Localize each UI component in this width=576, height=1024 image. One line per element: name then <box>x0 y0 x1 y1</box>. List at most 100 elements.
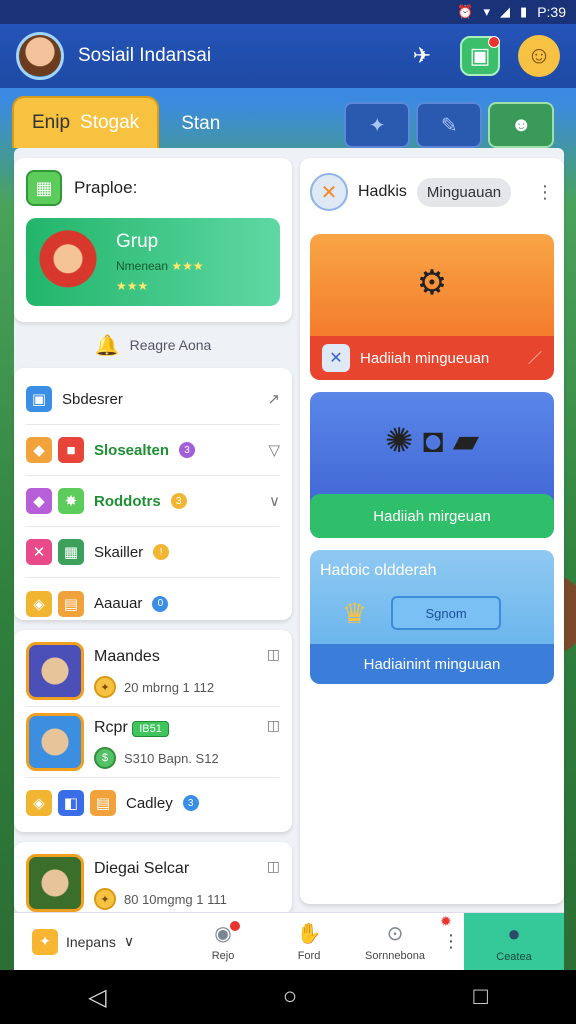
handshake-icon[interactable]: ✦ <box>344 102 411 148</box>
game-name: Rcpr <box>94 719 128 736</box>
system-nav-bar: ◁ ○ □ <box>0 970 576 1024</box>
nav-item-active[interactable]: ● Ceatea <box>464 913 564 970</box>
expand-icon[interactable]: ◫ <box>267 717 280 734</box>
character-icon[interactable]: ☻ <box>488 102 555 148</box>
badge: 0 <box>152 595 169 612</box>
map-pin-icon: ⊙ <box>386 923 404 945</box>
nav-dropdown-label: Inepans <box>66 933 116 950</box>
nav-dropdown[interactable]: ✦ Inepans ∨ <box>14 913 180 970</box>
pencil-icon: ／ <box>528 350 542 366</box>
gift-icon: ◆ <box>26 437 52 463</box>
nav-label: Ford <box>297 950 321 962</box>
tab-active[interactable]: Enip Stogak <box>12 96 160 148</box>
emoji-icon[interactable]: ☺ <box>518 35 560 77</box>
list-item[interactable]: ✕ ▦ Skailler ! <box>26 527 280 578</box>
hand-icon: ✋ <box>296 923 322 945</box>
airplane-icon[interactable]: ✈ <box>402 36 442 76</box>
game-name-row: Rcpr IB51 <box>94 719 219 737</box>
expand-icon[interactable]: ◫ <box>267 858 280 875</box>
right-column: ✕ Hadkis Minguauan ⋮ ⚙ ✕ Hadiiah mingueu… <box>300 158 564 904</box>
reward-card-3[interactable]: Hadoic oldderah ♛ Sgnom Hadiainint mingu… <box>310 550 554 684</box>
star-rating: ★★★ <box>116 279 204 293</box>
game-thumbnail <box>26 854 84 912</box>
reward-action-button[interactable]: Sgnom <box>391 596 502 630</box>
note-icon[interactable]: ✎ <box>416 102 483 148</box>
profile-card: ▦ Praploe: Grup Nmenean ★★★ ★★★ <box>14 158 292 322</box>
more-icon[interactable]: ⋮ <box>536 182 554 203</box>
cross-icon: ✕ <box>26 539 52 565</box>
nav-label: Rejo <box>211 950 235 962</box>
status-time: P:39 <box>537 4 566 20</box>
table-row[interactable]: ◈ ◧ ▤ Cadley 3 <box>26 778 280 828</box>
games-card: Maandes ✦ 20 mbrng 1 112 ◫ Rcpr IB51 $ S… <box>14 630 292 832</box>
signal-icon: ◢ <box>500 4 511 19</box>
bell-icon: 🔔 <box>94 334 120 357</box>
bottom-nav: ✦ Inepans ∨ ◉ Rejo ✋ Ford ⊙ Sornnebona ✹… <box>14 912 564 970</box>
reward-card-2[interactable]: ✺ ◘ ▰ Hadiiah mirgeuan <box>310 392 554 538</box>
ticket-icon: ✦ <box>32 928 58 955</box>
list-item[interactable]: ◆ ✸ Roddotrs 3 ∨ <box>26 476 280 527</box>
chevron-down-icon: ∨ <box>269 493 280 510</box>
profile-title: Praploe: <box>74 178 138 197</box>
coin-icon: ✦ <box>94 888 116 910</box>
table-row[interactable]: Diegai Selcar ✦ 80 10mgmg 1 111 ◫ <box>26 848 280 918</box>
list-item[interactable]: ◈ ▤ Aaauar 0 <box>26 578 280 629</box>
level-badge: IB51 <box>132 721 169 737</box>
game-meta: 80 10mgmg 1 111 <box>124 891 227 907</box>
reward-card-1[interactable]: ⚙ ✕ Hadiiah mingueuan ／ <box>310 234 554 380</box>
arrow-icon: ↗ <box>267 391 280 408</box>
tabs-row: Enip Stogak Stan ✦ ✎ ☻ <box>12 92 572 148</box>
chevron-down-icon: ▽ <box>268 442 280 459</box>
table-row[interactable]: Maandes ✦ 20 mbrng 1 112 ◫ <box>26 636 280 707</box>
back-icon[interactable]: ◁ <box>88 983 106 1012</box>
home-icon[interactable]: ○ <box>283 983 298 1011</box>
tab-label-part1: Enip <box>32 112 71 133</box>
game-meta: 20 mbrng 1 112 <box>124 679 215 695</box>
badge: 3 <box>179 442 196 458</box>
top-bar: Sosiail Indansai ✈ ▣ ☺ <box>0 24 576 88</box>
list-item-label: Aaauar <box>94 595 143 612</box>
tab-label-part2: Stogak <box>80 112 140 133</box>
rewards-title: Hadkis <box>358 183 407 200</box>
table-row[interactable]: Rcpr IB51 $ S310 Bapn. S12 ◫ <box>26 707 280 778</box>
list-item[interactable]: ◆ ■ Slosealten 3 ▽ <box>26 425 280 476</box>
profile-icon: ● <box>507 920 521 946</box>
nav-item-ford[interactable]: ✋ Ford <box>266 913 352 970</box>
chat-icon[interactable]: ▣ <box>460 36 500 76</box>
list-item[interactable]: ▣ Sbdesrer ↗ <box>26 374 280 425</box>
rewards-filter[interactable]: Minguauan <box>416 177 512 207</box>
recents-icon[interactable]: □ <box>473 983 488 1011</box>
expand-icon[interactable]: ◫ <box>267 646 280 663</box>
crate-icon: ▦ <box>58 539 84 565</box>
treasure-cart-icon: ⚙ <box>416 264 448 302</box>
more-icon[interactable]: ✹ ⋮ <box>438 913 464 970</box>
reward-label: Hadiiah mingueuan <box>360 349 490 367</box>
notice-bar: 🔔 Reagre Aona <box>14 322 292 368</box>
cube-icon: ▦ <box>26 170 62 206</box>
nav-label: Sornnebona <box>365 950 425 962</box>
box-icon: ▣ <box>26 386 52 412</box>
tools-icon: ✕ <box>310 173 348 211</box>
game-name: Diegai Selcar <box>94 860 190 877</box>
list-item-label: Skailler <box>94 543 144 561</box>
tools-icon: ✕ <box>322 344 350 372</box>
nav-item-rejo[interactable]: ◉ Rejo <box>180 913 266 970</box>
gear-icon: ✹ <box>440 913 452 929</box>
battery-icon: ▮ <box>520 4 528 19</box>
badge: 3 <box>182 795 199 811</box>
trophy-icon: ♛ <box>342 597 368 629</box>
avatar[interactable] <box>16 32 64 80</box>
gold-bar-icon: ◈ <box>26 790 52 816</box>
nav-label: Ceatea <box>496 950 532 963</box>
wifi-icon: ▾ <box>483 4 491 19</box>
nav-item-sornnebona[interactable]: ⊙ Sornnebona <box>352 913 438 970</box>
group-banner[interactable]: Grup Nmenean ★★★ ★★★ <box>26 218 280 306</box>
app-title: Sosiail Indansai <box>78 45 212 66</box>
list-item-label: Slosealten <box>94 441 170 459</box>
reward-button[interactable]: Hadiiah mirgeuan <box>310 494 554 538</box>
list-item-label: Sbdesrer <box>62 390 123 408</box>
game-meta: S310 Bapn. S12 <box>124 750 219 766</box>
list-card: ▣ Sbdesrer ↗ ◆ ■ Slosealten 3 ▽ ◆ ✸ Rodd… <box>14 368 292 620</box>
tab-stan[interactable]: Stan <box>159 100 242 148</box>
reward-items-icon: ✺ ◘ ▰ <box>384 422 480 460</box>
